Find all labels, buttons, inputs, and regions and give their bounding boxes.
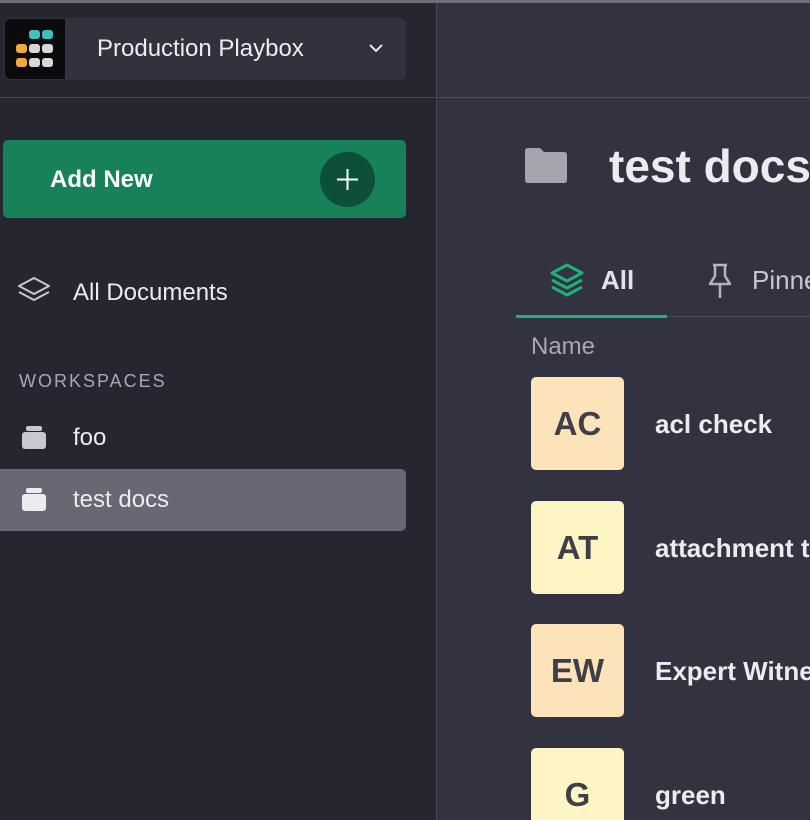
sidebar-item-label: All Documents xyxy=(73,279,228,306)
document-name: attachment test xyxy=(655,533,810,563)
tab-label: All xyxy=(601,265,635,295)
sidebar: Production Playbox Add New All Documents… xyxy=(0,3,437,820)
workspace-icon xyxy=(21,425,47,456)
document-avatar: G xyxy=(531,748,624,820)
document-row[interactable]: AT attachment test xyxy=(531,501,810,595)
sidebar-item-workspace-test-docs[interactable]: test docs xyxy=(0,469,406,531)
sidebar-divider xyxy=(0,97,437,98)
document-avatar: AC xyxy=(531,377,624,470)
workspace-label: test docs xyxy=(73,486,170,513)
sidebar-item-workspace-foo[interactable]: foo xyxy=(0,407,406,469)
page-title: test docs xyxy=(609,140,810,192)
layers-icon xyxy=(17,276,51,311)
document-name: acl check xyxy=(655,409,773,439)
tab-label: Pinned xyxy=(752,265,810,295)
sidebar-item-all-documents[interactable]: All Documents xyxy=(0,265,406,317)
workspaces-heading: WORKSPACES xyxy=(19,371,167,391)
org-switcher[interactable]: Production Playbox xyxy=(4,18,406,80)
folder-icon xyxy=(523,145,569,190)
document-avatar: EW xyxy=(531,624,624,717)
chevron-down-icon[interactable] xyxy=(368,40,384,61)
pin-icon xyxy=(705,262,735,305)
document-name: Expert Witness xyxy=(655,656,810,686)
tab-pinned[interactable]: Pinned xyxy=(693,256,810,318)
plus-icon xyxy=(320,152,375,207)
header-divider xyxy=(438,97,810,98)
column-header-name[interactable]: Name xyxy=(531,333,595,361)
document-avatar: AT xyxy=(531,501,624,594)
document-name: green xyxy=(655,780,726,810)
document-row[interactable]: EW Expert Witness xyxy=(531,624,810,718)
org-name: Production Playbox xyxy=(97,35,304,62)
document-row[interactable]: AC acl check xyxy=(531,377,810,471)
layers-icon xyxy=(549,262,585,305)
workspace-icon xyxy=(21,487,47,518)
main-content: test docs All Pinned Name AC acl check A… xyxy=(438,3,810,820)
add-new-label: Add New xyxy=(50,166,153,193)
workspace-label: foo xyxy=(73,424,107,451)
tab-all[interactable]: All xyxy=(516,256,667,318)
add-new-button[interactable]: Add New xyxy=(3,140,406,218)
document-row[interactable]: G green xyxy=(531,748,810,820)
org-logo xyxy=(5,19,65,79)
